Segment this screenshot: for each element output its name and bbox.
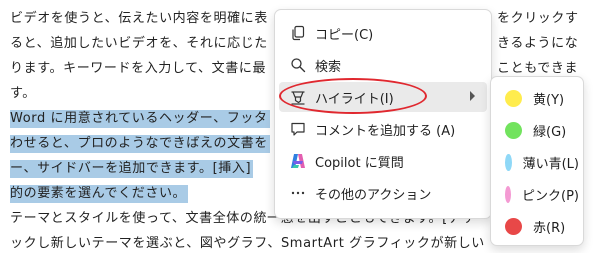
- color-swatch: [505, 185, 512, 203]
- doc-line-selected: 的の要素を選んでください。: [10, 185, 189, 203]
- search-icon: [285, 57, 311, 73]
- comment-icon: [285, 121, 311, 137]
- menu-item-label: 検索: [315, 59, 342, 75]
- doc-line: ると、追加したいビデオを、それに応じた: [10, 36, 268, 51]
- color-swatch: [505, 217, 522, 235]
- color-option-light-blue[interactable]: 薄い青(L): [495, 147, 579, 177]
- color-option-label: 黄(Y): [533, 92, 565, 108]
- color-option-label: 薄い青(L): [522, 156, 579, 172]
- menu-item-label: その他のアクション: [315, 187, 432, 203]
- color-option-yellow[interactable]: 黄(Y): [495, 83, 579, 113]
- doc-line-fragment: きるようにな: [497, 36, 579, 51]
- color-swatch: [505, 121, 522, 139]
- menu-item-label: コメントを追加する (A): [315, 123, 456, 139]
- color-swatch: [505, 153, 512, 171]
- context-menu: コピー(C) 検索 ハイライト(I) コメントを追加する (A) Copilot…: [274, 9, 492, 219]
- doc-line-selected: ー、サイドバーを追加できます。[挿入]: [10, 160, 254, 178]
- color-swatch: [505, 89, 522, 107]
- doc-line-fragment: をクリックす: [497, 11, 579, 26]
- highlight-color-submenu: 黄(Y) 緑(G) 薄い青(L) ピンク(P) 赤(R): [490, 76, 584, 246]
- highlighter-icon: [285, 89, 311, 105]
- chevron-right-icon: [470, 91, 475, 101]
- copilot-icon: [285, 152, 311, 170]
- color-option-label: ピンク(P): [522, 188, 579, 204]
- menu-item-search[interactable]: 検索: [279, 50, 487, 80]
- menu-item-label: コピー(C): [315, 27, 374, 43]
- more-icon: [285, 185, 311, 201]
- doc-line-selected: わせると、プロのようなできばえの文書を: [10, 135, 270, 153]
- color-option-label: 緑(G): [533, 124, 567, 140]
- doc-line: ックし新しいテーマを選ぶと、図やグラフ、SmartArt グラフィックが新しい: [10, 236, 485, 251]
- menu-item-copy[interactable]: コピー(C): [279, 18, 487, 48]
- menu-item-more-actions[interactable]: その他のアクション: [279, 178, 487, 208]
- menu-item-add-comment[interactable]: コメントを追加する (A): [279, 114, 487, 144]
- color-option-red[interactable]: 赤(R): [495, 211, 579, 241]
- menu-item-label: Copilot に質問: [315, 155, 404, 171]
- doc-line: ります。キーワードを入力して、文書に最: [10, 61, 267, 76]
- color-option-label: 赤(R): [533, 220, 566, 236]
- doc-line: す。: [10, 86, 36, 101]
- menu-item-label: ハイライト(I): [315, 91, 394, 107]
- color-option-green[interactable]: 緑(G): [495, 115, 579, 145]
- doc-line-selected: Word に用意されているヘッダー、フッタ: [10, 110, 270, 128]
- menu-item-highlight[interactable]: ハイライト(I): [279, 82, 487, 112]
- color-option-pink[interactable]: ピンク(P): [495, 179, 579, 209]
- copy-icon: [285, 25, 311, 41]
- doc-line: ビデオを使うと、伝えたい内容を明確に表: [10, 11, 268, 26]
- menu-item-copilot[interactable]: Copilot に質問: [279, 146, 487, 176]
